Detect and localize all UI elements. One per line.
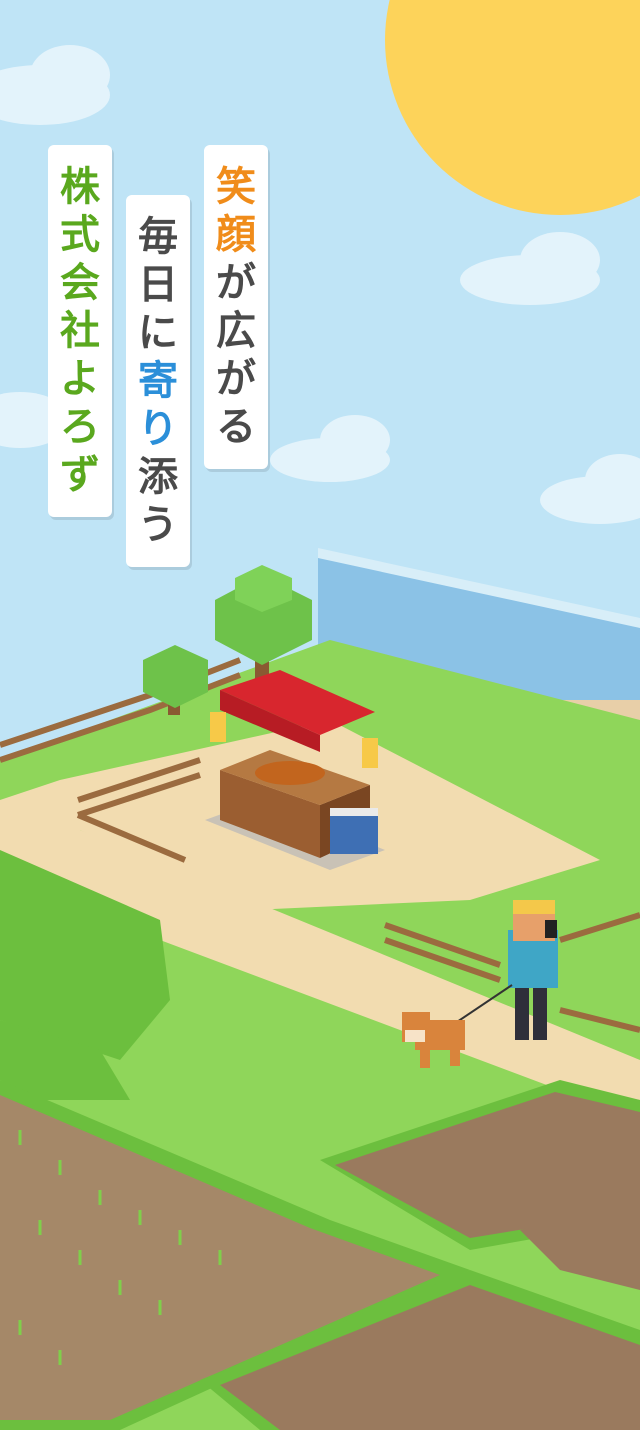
tagline-char: ろ <box>60 404 100 450</box>
tagline-char: に <box>138 310 178 356</box>
tagline-char: 広 <box>216 308 256 354</box>
tagline-char: う <box>138 502 178 548</box>
tagline-char: よ <box>60 356 100 402</box>
tagline-char: 毎 <box>138 214 178 260</box>
tagline-char-accent: 顔 <box>216 212 256 258</box>
tagline-company-name: 株 式 会 社 よ ろ ず <box>48 145 112 517</box>
tagline-char: ず <box>60 452 100 498</box>
tagline-smile: 笑 顔 が 広 が る <box>204 145 268 469</box>
tagline-char: 添 <box>138 454 178 500</box>
tagline-char: 会 <box>60 260 100 306</box>
tagline-char-accent: 笑 <box>216 164 256 210</box>
tagline-char: 社 <box>60 308 100 354</box>
tagline-char: が <box>216 356 256 402</box>
tagline-char-accent: 寄 <box>138 358 178 404</box>
tagline-char: 式 <box>60 212 100 258</box>
tagline-char: 日 <box>138 262 178 308</box>
tagline-char: る <box>216 404 256 450</box>
tagline-daily: 毎 日 に 寄 り 添 う <box>126 195 190 567</box>
tagline-char: 株 <box>60 164 100 210</box>
tagline-char: が <box>216 260 256 306</box>
tagline-char-accent: り <box>138 406 178 452</box>
